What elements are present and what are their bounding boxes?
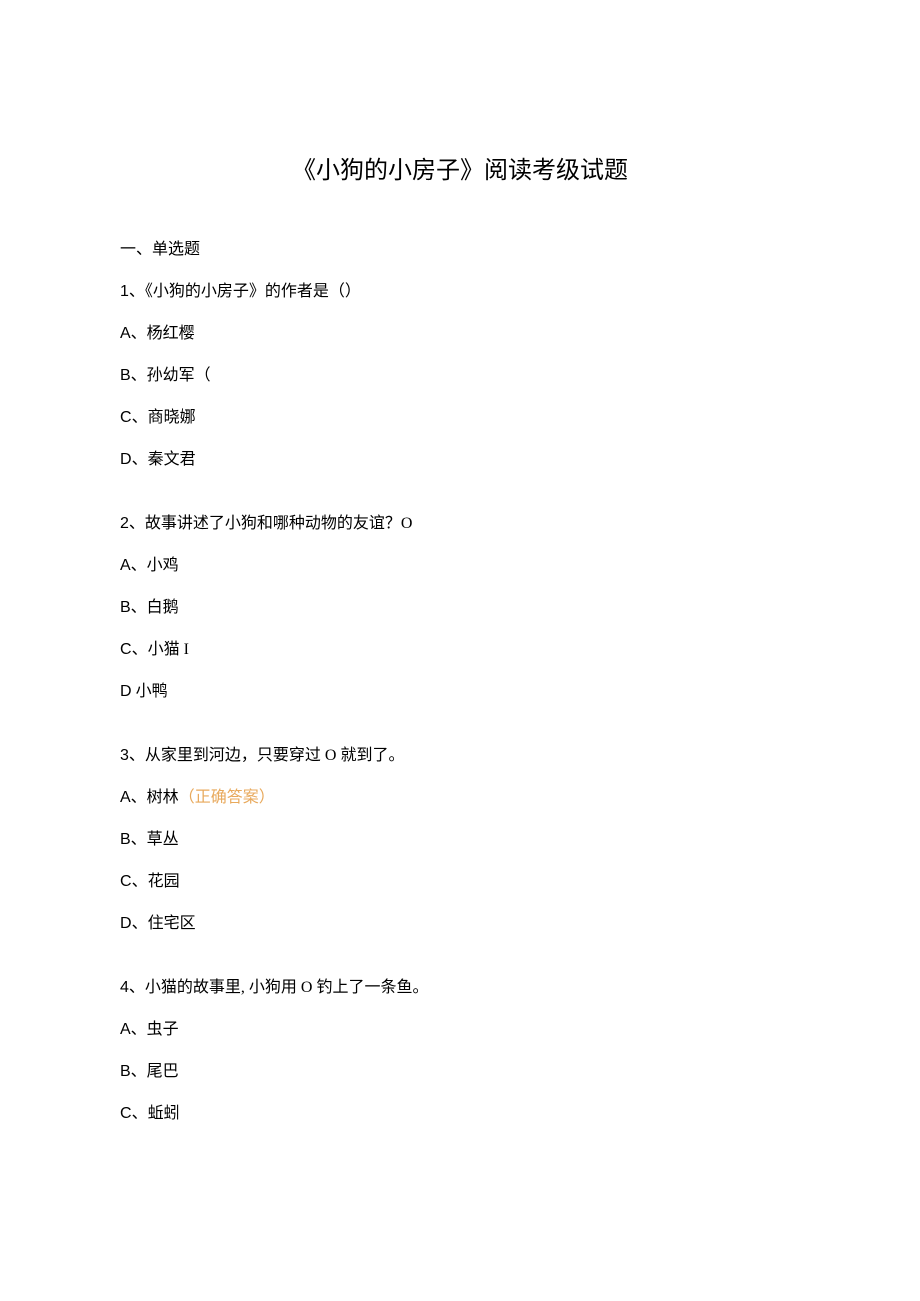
option-3a: A、树林（正确答案）	[120, 783, 800, 807]
question-text: 、从家里到河边，只要穿过 O 就到了。	[129, 747, 405, 764]
option-text: 、杨红樱	[131, 325, 195, 342]
option-letter: D	[120, 451, 132, 468]
option-1a: A、杨红樱	[120, 319, 800, 343]
option-text: 、住宅区	[132, 915, 196, 932]
option-letter: A	[120, 1021, 131, 1038]
question-number: 4	[120, 979, 129, 996]
option-text: 、草丛	[131, 831, 179, 848]
question-text: 、故事讲述了小狗和哪种动物的友谊？O	[129, 515, 413, 532]
option-text: 、商晓娜	[132, 409, 196, 426]
section-heading: 一、单选题	[120, 235, 800, 259]
option-letter: B	[120, 1063, 131, 1080]
option-letter: A	[120, 557, 131, 574]
option-text: 、尾巴	[131, 1063, 179, 1080]
option-letter: A	[120, 325, 131, 342]
document-title: 《小狗的小房子》阅读考级试题	[120, 150, 800, 185]
option-text: 、孙幼军（	[131, 367, 211, 384]
option-3b: B、草丛	[120, 825, 800, 849]
option-letter: C	[120, 1105, 132, 1122]
option-letter: B	[120, 367, 131, 384]
option-text: 、树林	[131, 789, 179, 806]
option-4c: C、蚯蚓	[120, 1099, 800, 1123]
option-text: 、花园	[132, 873, 180, 890]
option-letter: C	[120, 409, 132, 426]
option-text: 小鸭	[132, 683, 168, 700]
question-number: 3	[120, 747, 129, 764]
option-letter: C	[120, 641, 132, 658]
option-text: 、虫子	[131, 1021, 179, 1038]
option-text: 、小鸡	[131, 557, 179, 574]
option-text: 、白鹅	[131, 599, 179, 616]
question-block-1: 1、《小狗的小房子》的作者是（） A、杨红樱 B、孙幼军（ C、商晓娜 D、秦文…	[120, 277, 800, 469]
question-block-4: 4、小猫的故事里, 小狗用 O 钓上了一条鱼。 A、虫子 B、尾巴 C、蚯蚓	[120, 973, 800, 1123]
question-text: 、小猫的故事里, 小狗用 O 钓上了一条鱼。	[129, 979, 429, 996]
question-text: 、《小狗的小房子》的作者是（）	[129, 283, 361, 300]
question-number: 2	[120, 515, 129, 532]
option-text: 、秦文君	[132, 451, 196, 468]
question-1: 1、《小狗的小房子》的作者是（）	[120, 277, 800, 301]
option-4a: A、虫子	[120, 1015, 800, 1039]
question-4: 4、小猫的故事里, 小狗用 O 钓上了一条鱼。	[120, 973, 800, 997]
option-letter: D	[120, 915, 132, 932]
correct-answer-label: （正确答案）	[179, 789, 275, 806]
option-letter: A	[120, 789, 131, 806]
option-3d: D、住宅区	[120, 909, 800, 933]
option-2a: A、小鸡	[120, 551, 800, 575]
option-1d: D、秦文君	[120, 445, 800, 469]
option-text: 、小猫 I	[132, 641, 189, 658]
option-2d: D 小鸭	[120, 677, 800, 701]
option-text: 、蚯蚓	[132, 1105, 180, 1122]
option-letter: B	[120, 831, 131, 848]
question-2: 2、故事讲述了小狗和哪种动物的友谊？O	[120, 509, 800, 533]
option-letter: D	[120, 683, 132, 700]
option-3c: C、花园	[120, 867, 800, 891]
option-4b: B、尾巴	[120, 1057, 800, 1081]
option-letter: B	[120, 599, 131, 616]
option-2c: C、小猫 I	[120, 635, 800, 659]
question-number: 1	[120, 283, 129, 300]
option-1c: C、商晓娜	[120, 403, 800, 427]
question-block-3: 3、从家里到河边，只要穿过 O 就到了。 A、树林（正确答案） B、草丛 C、花…	[120, 741, 800, 933]
option-letter: C	[120, 873, 132, 890]
option-2b: B、白鹅	[120, 593, 800, 617]
question-3: 3、从家里到河边，只要穿过 O 就到了。	[120, 741, 800, 765]
option-1b: B、孙幼军（	[120, 361, 800, 385]
question-block-2: 2、故事讲述了小狗和哪种动物的友谊？O A、小鸡 B、白鹅 C、小猫 I D 小…	[120, 509, 800, 701]
